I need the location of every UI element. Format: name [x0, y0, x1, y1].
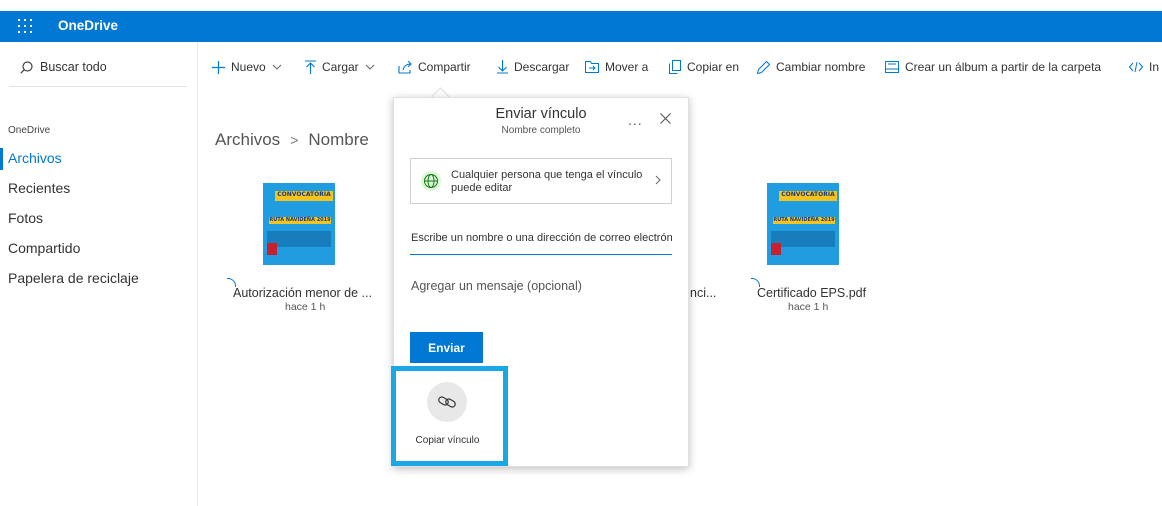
move-icon — [585, 61, 599, 73]
message-input[interactable]: Agregar un mensaje (opcional) — [411, 279, 582, 293]
download-label: Descargar — [514, 60, 570, 74]
copy-label: Copiar en — [687, 60, 740, 74]
move-label: Mover a — [605, 60, 649, 74]
pdf-icon — [771, 243, 781, 255]
globe-icon — [421, 171, 441, 191]
plus-icon — [212, 60, 225, 74]
app-launcher-icon[interactable] — [18, 19, 32, 33]
upload-icon — [305, 60, 316, 74]
more-options-icon[interactable]: ... — [628, 112, 643, 128]
file-name[interactable]: Certificado EPS.pdf — [757, 286, 866, 300]
download-button[interactable]: Descargar — [497, 58, 569, 76]
thumbnail-title: CONVOCATORIA — [781, 191, 835, 198]
copy-button[interactable]: Copiar en — [669, 58, 739, 76]
copy-link-label[interactable]: Copiar vínculo — [405, 435, 490, 446]
sidebar-divider — [197, 42, 198, 506]
pdf-icon — [267, 243, 277, 255]
copy-icon — [669, 60, 681, 74]
active-indicator — [0, 148, 3, 170]
recipient-input[interactable]: Escribe un nombre o una dirección de cor… — [411, 232, 672, 244]
share-icon — [398, 60, 412, 74]
code-icon — [1129, 62, 1143, 72]
embed-label: In — [1149, 60, 1160, 74]
share-button[interactable]: Compartir — [398, 58, 471, 76]
create-album-button[interactable]: Crear un álbum a partir de la carpeta — [885, 58, 1101, 76]
sidebar-item-fotos[interactable]: Fotos — [8, 210, 43, 226]
breadcrumb: Archivos > Nombre — [215, 130, 369, 150]
thumbnail-subtitle: RUTA NAVIDEÑA 2019 — [269, 217, 331, 223]
move-button[interactable]: Mover a — [585, 58, 648, 76]
link-icon — [438, 396, 456, 408]
upload-label: Cargar — [322, 60, 359, 74]
breadcrumb-separator-icon: > — [290, 132, 299, 148]
app-header: OneDrive — [0, 11, 1162, 42]
input-underline — [410, 254, 672, 255]
file-name[interactable]: nci... — [690, 286, 716, 300]
embed-button[interactable]: In — [1129, 58, 1159, 76]
rename-button[interactable]: Cambiar nombre — [757, 58, 865, 76]
chevron-down-icon — [272, 64, 282, 70]
dialog-title: Enviar vínculo — [495, 106, 587, 122]
search-input[interactable]: Buscar todo — [40, 60, 107, 74]
nav-section-label: OneDrive — [8, 125, 51, 136]
sidebar-item-archivos[interactable]: Archivos — [8, 150, 62, 166]
album-label: Crear un álbum a partir de la carpeta — [905, 60, 1102, 74]
send-button[interactable]: Enviar — [410, 332, 483, 363]
file-modified: hace 1 h — [285, 301, 326, 313]
share-label: Compartir — [418, 60, 471, 74]
sidebar-item-papelera[interactable]: Papelera de reciclaje — [8, 270, 139, 286]
upload-button[interactable]: Cargar — [305, 58, 375, 76]
new-button[interactable]: Nuevo — [212, 58, 282, 76]
dialog-subtitle: Nombre completo — [501, 125, 581, 136]
chevron-right-icon — [655, 175, 661, 185]
download-icon — [497, 60, 508, 74]
app-title[interactable]: OneDrive — [58, 18, 118, 33]
rename-label: Cambiar nombre — [776, 60, 866, 74]
chevron-down-icon — [365, 64, 375, 70]
breadcrumb-root[interactable]: Archivos — [215, 130, 280, 149]
file-modified: hace 1 h — [788, 301, 829, 313]
breadcrumb-current[interactable]: Nombre — [308, 130, 368, 149]
search-icon — [20, 61, 33, 74]
divider — [9, 86, 187, 87]
new-label: Nuevo — [231, 60, 266, 74]
file-name[interactable]: Autorización menor de ... — [233, 286, 372, 300]
close-icon[interactable] — [660, 113, 671, 124]
file-thumbnail[interactable]: CONVOCATORIA RUTA NAVIDEÑA 2019 — [263, 183, 335, 265]
thumbnail-title: CONVOCATORIA — [277, 191, 331, 198]
pencil-icon — [757, 60, 770, 74]
copy-link-button[interactable] — [427, 382, 467, 422]
link-settings-button[interactable]: Cualquier persona que tenga el vínculo p… — [410, 158, 672, 204]
sidebar-item-recientes[interactable]: Recientes — [8, 180, 70, 196]
thumbnail-subtitle: RUTA NAVIDEÑA 2019 — [773, 217, 835, 223]
sidebar: Buscar todo OneDrive Archivos Recientes … — [0, 42, 197, 506]
album-icon — [885, 61, 899, 73]
file-thumbnail[interactable]: CONVOCATORIA RUTA NAVIDEÑA 2019 — [767, 183, 839, 265]
sidebar-item-compartido[interactable]: Compartido — [8, 240, 80, 256]
link-permission-text: Cualquier persona que tenga el vínculo p… — [451, 169, 643, 194]
